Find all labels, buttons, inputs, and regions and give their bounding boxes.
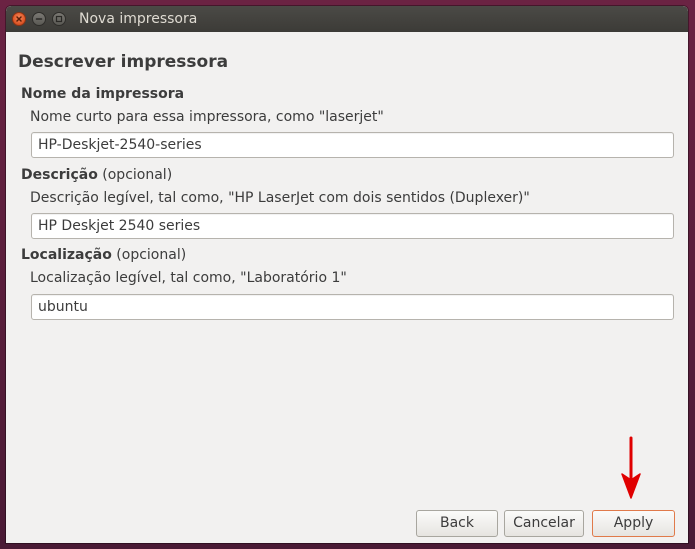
description-hint: Descrição legível, tal como, "HP LaserJe…: [30, 190, 530, 206]
window-title: Nova impressora: [79, 11, 198, 27]
printer-name-input[interactable]: [31, 132, 674, 158]
printer-name-label-text: Nome da impressora: [21, 86, 185, 102]
location-hint: Localização legível, tal como, "Laborató…: [30, 270, 347, 286]
page-title: Descrever impressora: [18, 52, 229, 72]
description-label-text: Descrição: [21, 167, 98, 183]
location-optional: (opcional): [116, 247, 187, 263]
description-optional: (opcional): [102, 167, 173, 183]
minimize-window-button[interactable]: [32, 12, 46, 26]
dialog-window: Nova impressora Descrever impressora Nom…: [6, 6, 688, 543]
close-icon: [16, 16, 22, 22]
cancel-button[interactable]: Cancelar: [504, 510, 584, 537]
printer-name-hint: Nome curto para essa impressora, como "l…: [30, 109, 384, 125]
maximize-window-button[interactable]: [52, 12, 66, 26]
printer-name-label: Nome da impressora: [21, 86, 184, 102]
back-button[interactable]: Back: [416, 510, 498, 537]
minimize-icon: [35, 18, 43, 20]
location-input[interactable]: [31, 294, 674, 320]
description-input[interactable]: [31, 213, 674, 239]
location-label: Localização (opcional): [21, 247, 186, 263]
location-label-text: Localização: [21, 247, 112, 263]
arrow-down-icon: [621, 436, 641, 499]
close-window-button[interactable]: [12, 12, 26, 26]
description-label: Descrição (opcional): [21, 167, 172, 183]
maximize-icon: [55, 15, 63, 23]
title-bar[interactable]: Nova impressora: [6, 6, 688, 32]
apply-button[interactable]: Apply: [592, 510, 675, 537]
dialog-content: Descrever impressora Nome da impressora …: [6, 32, 688, 543]
